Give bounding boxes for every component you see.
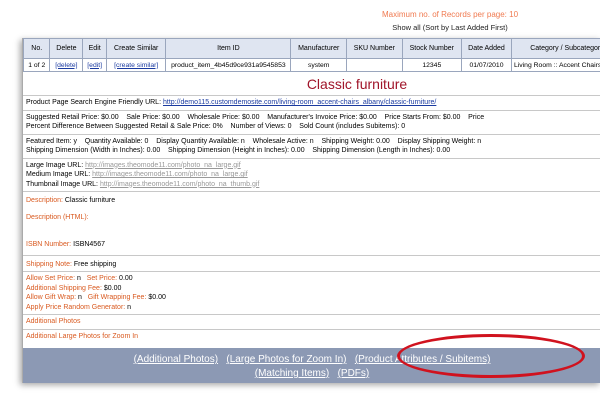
show-all-link[interactable]: Show all (Sort by Last Added First) bbox=[300, 21, 600, 34]
highlight-oval bbox=[397, 334, 585, 378]
row-sku bbox=[346, 58, 403, 72]
row-no: 1 of 2 bbox=[23, 58, 51, 72]
prices-row: Suggested Retail Price: $0.00 Sale Price… bbox=[23, 109, 600, 134]
description-row: Description: Classic furniture Descripti… bbox=[23, 191, 600, 255]
gift-fee-label: Gift Wrapping Fee: bbox=[87, 294, 147, 301]
records-info: Maximum no. of Records per page: 10 Show… bbox=[300, 8, 600, 34]
allow-set-price-value: n bbox=[76, 275, 81, 282]
shipping-note-value: Free shipping bbox=[73, 260, 117, 268]
featured-line-2: Shipping Dimension (Width in Inches): 0.… bbox=[26, 147, 451, 154]
shipping-note-row: Shipping Note: Free shipping bbox=[23, 254, 600, 272]
additional-shipping-value: $0.00 bbox=[103, 284, 122, 292]
edit-link[interactable]: [edit] bbox=[87, 62, 102, 69]
col-stock: Stock Number bbox=[401, 38, 462, 59]
description-html-label: Description (HTML): bbox=[26, 213, 89, 221]
seo-url-label: Product Page Search Engine Friendly URL: bbox=[26, 99, 162, 106]
product-panel: No. Delete Edit Create Similar Item ID M… bbox=[22, 38, 600, 383]
col-edit: Edit bbox=[82, 38, 108, 59]
col-sku: SKU Number bbox=[346, 38, 403, 59]
description-label: Description: bbox=[26, 197, 63, 204]
row-manufacturer: system bbox=[290, 58, 348, 72]
max-records-text: Maximum no. of Records per page: 10 bbox=[381, 10, 519, 19]
row-date-added: 01/07/2010 bbox=[460, 58, 512, 72]
additional-shipping-label: Additional Shipping Fee: bbox=[26, 284, 102, 292]
prices-line-1: Suggested Retail Price: $0.00 Sale Price… bbox=[26, 113, 485, 121]
create-similar-link[interactable]: [create similar] bbox=[114, 62, 158, 69]
matching-items-link[interactable]: (Matching Items) bbox=[255, 368, 329, 379]
col-date-added: Date Added bbox=[460, 38, 512, 59]
table-row: 1 of 2 [delete] [edit] [create similar] … bbox=[23, 58, 600, 72]
row-stock: 12345 bbox=[401, 58, 462, 72]
additional-photos-row: Additional Photos bbox=[23, 314, 600, 329]
gift-wrap-value: n bbox=[78, 294, 82, 301]
random-generator-value: n bbox=[127, 303, 132, 311]
col-item-id: Item ID bbox=[165, 38, 292, 59]
prices-line-2: Percent Difference Between Suggested Ret… bbox=[26, 123, 406, 130]
medium-image-url[interactable]: http://images.theomode11.com/photo_na_la… bbox=[92, 171, 248, 178]
col-delete: Delete bbox=[49, 38, 84, 59]
image-urls-row: Large Image URL: http://images.theomode1… bbox=[23, 157, 600, 192]
col-no: No. bbox=[23, 38, 51, 59]
products-table: No. Delete Edit Create Similar Item ID M… bbox=[23, 38, 600, 72]
thumbnail-image-label: Thumbnail Image URL: bbox=[26, 180, 98, 188]
set-price-value: 0.00 bbox=[119, 275, 133, 282]
col-manufacturer: Manufacturer bbox=[290, 38, 348, 59]
pdfs-link[interactable]: (PDFs) bbox=[338, 368, 370, 379]
description-value: Classic furniture bbox=[64, 197, 116, 204]
thumbnail-image-url[interactable]: http://images.theomode11.com/photo_na_th… bbox=[100, 181, 259, 188]
additional-large-photos-label: Additional Large Photos for Zoom In bbox=[26, 332, 139, 340]
large-photos-zoom-link[interactable]: (Large Photos for Zoom In) bbox=[226, 354, 346, 365]
col-category: Category / Subcategory bbox=[510, 38, 600, 59]
table-header-row: No. Delete Edit Create Similar Item ID M… bbox=[23, 38, 600, 59]
large-image-url[interactable]: http://images.theomode11.com/photo_na_la… bbox=[85, 162, 241, 169]
isbn-label: ISBN Number: bbox=[26, 241, 72, 248]
product-title: Classic furniture bbox=[306, 76, 408, 92]
shipping-note-label: Shipping Note: bbox=[26, 260, 72, 268]
large-image-label: Large Image URL: bbox=[26, 161, 84, 169]
col-create-similar: Create Similar bbox=[106, 38, 167, 59]
medium-image-label: Medium Image URL: bbox=[26, 171, 91, 178]
featured-line-1: Featured Item: y Quantity Available: 0 D… bbox=[26, 137, 482, 145]
row-item-id: product_item_4b45d9ce931a9545853 bbox=[165, 58, 292, 72]
seo-url-row: Product Page Search Engine Friendly URL:… bbox=[23, 95, 600, 110]
featured-row: Featured Item: y Quantity Available: 0 D… bbox=[23, 133, 600, 158]
row-category: Living Room :: Accent Chairs bbox=[510, 58, 600, 72]
options-row: Allow Set Price: n Set Price: 0.00 Addit… bbox=[23, 271, 600, 314]
additional-photos-link[interactable]: (Additional Photos) bbox=[134, 354, 219, 365]
gift-wrap-label: Allow Gift Wrap: bbox=[26, 294, 77, 301]
allow-set-price-label: Allow Set Price: bbox=[26, 275, 76, 282]
additional-photos-label: Additional Photos bbox=[26, 318, 81, 325]
delete-link[interactable]: [delete] bbox=[55, 62, 77, 69]
isbn-value: ISBN4567 bbox=[73, 241, 105, 248]
gift-fee-value: $0.00 bbox=[148, 294, 166, 301]
seo-url-link[interactable]: http://demo115.customdemosite.com/living… bbox=[163, 99, 436, 106]
random-generator-label: Apply Price Random Generator: bbox=[26, 303, 126, 311]
set-price-label: Set Price: bbox=[86, 275, 118, 282]
